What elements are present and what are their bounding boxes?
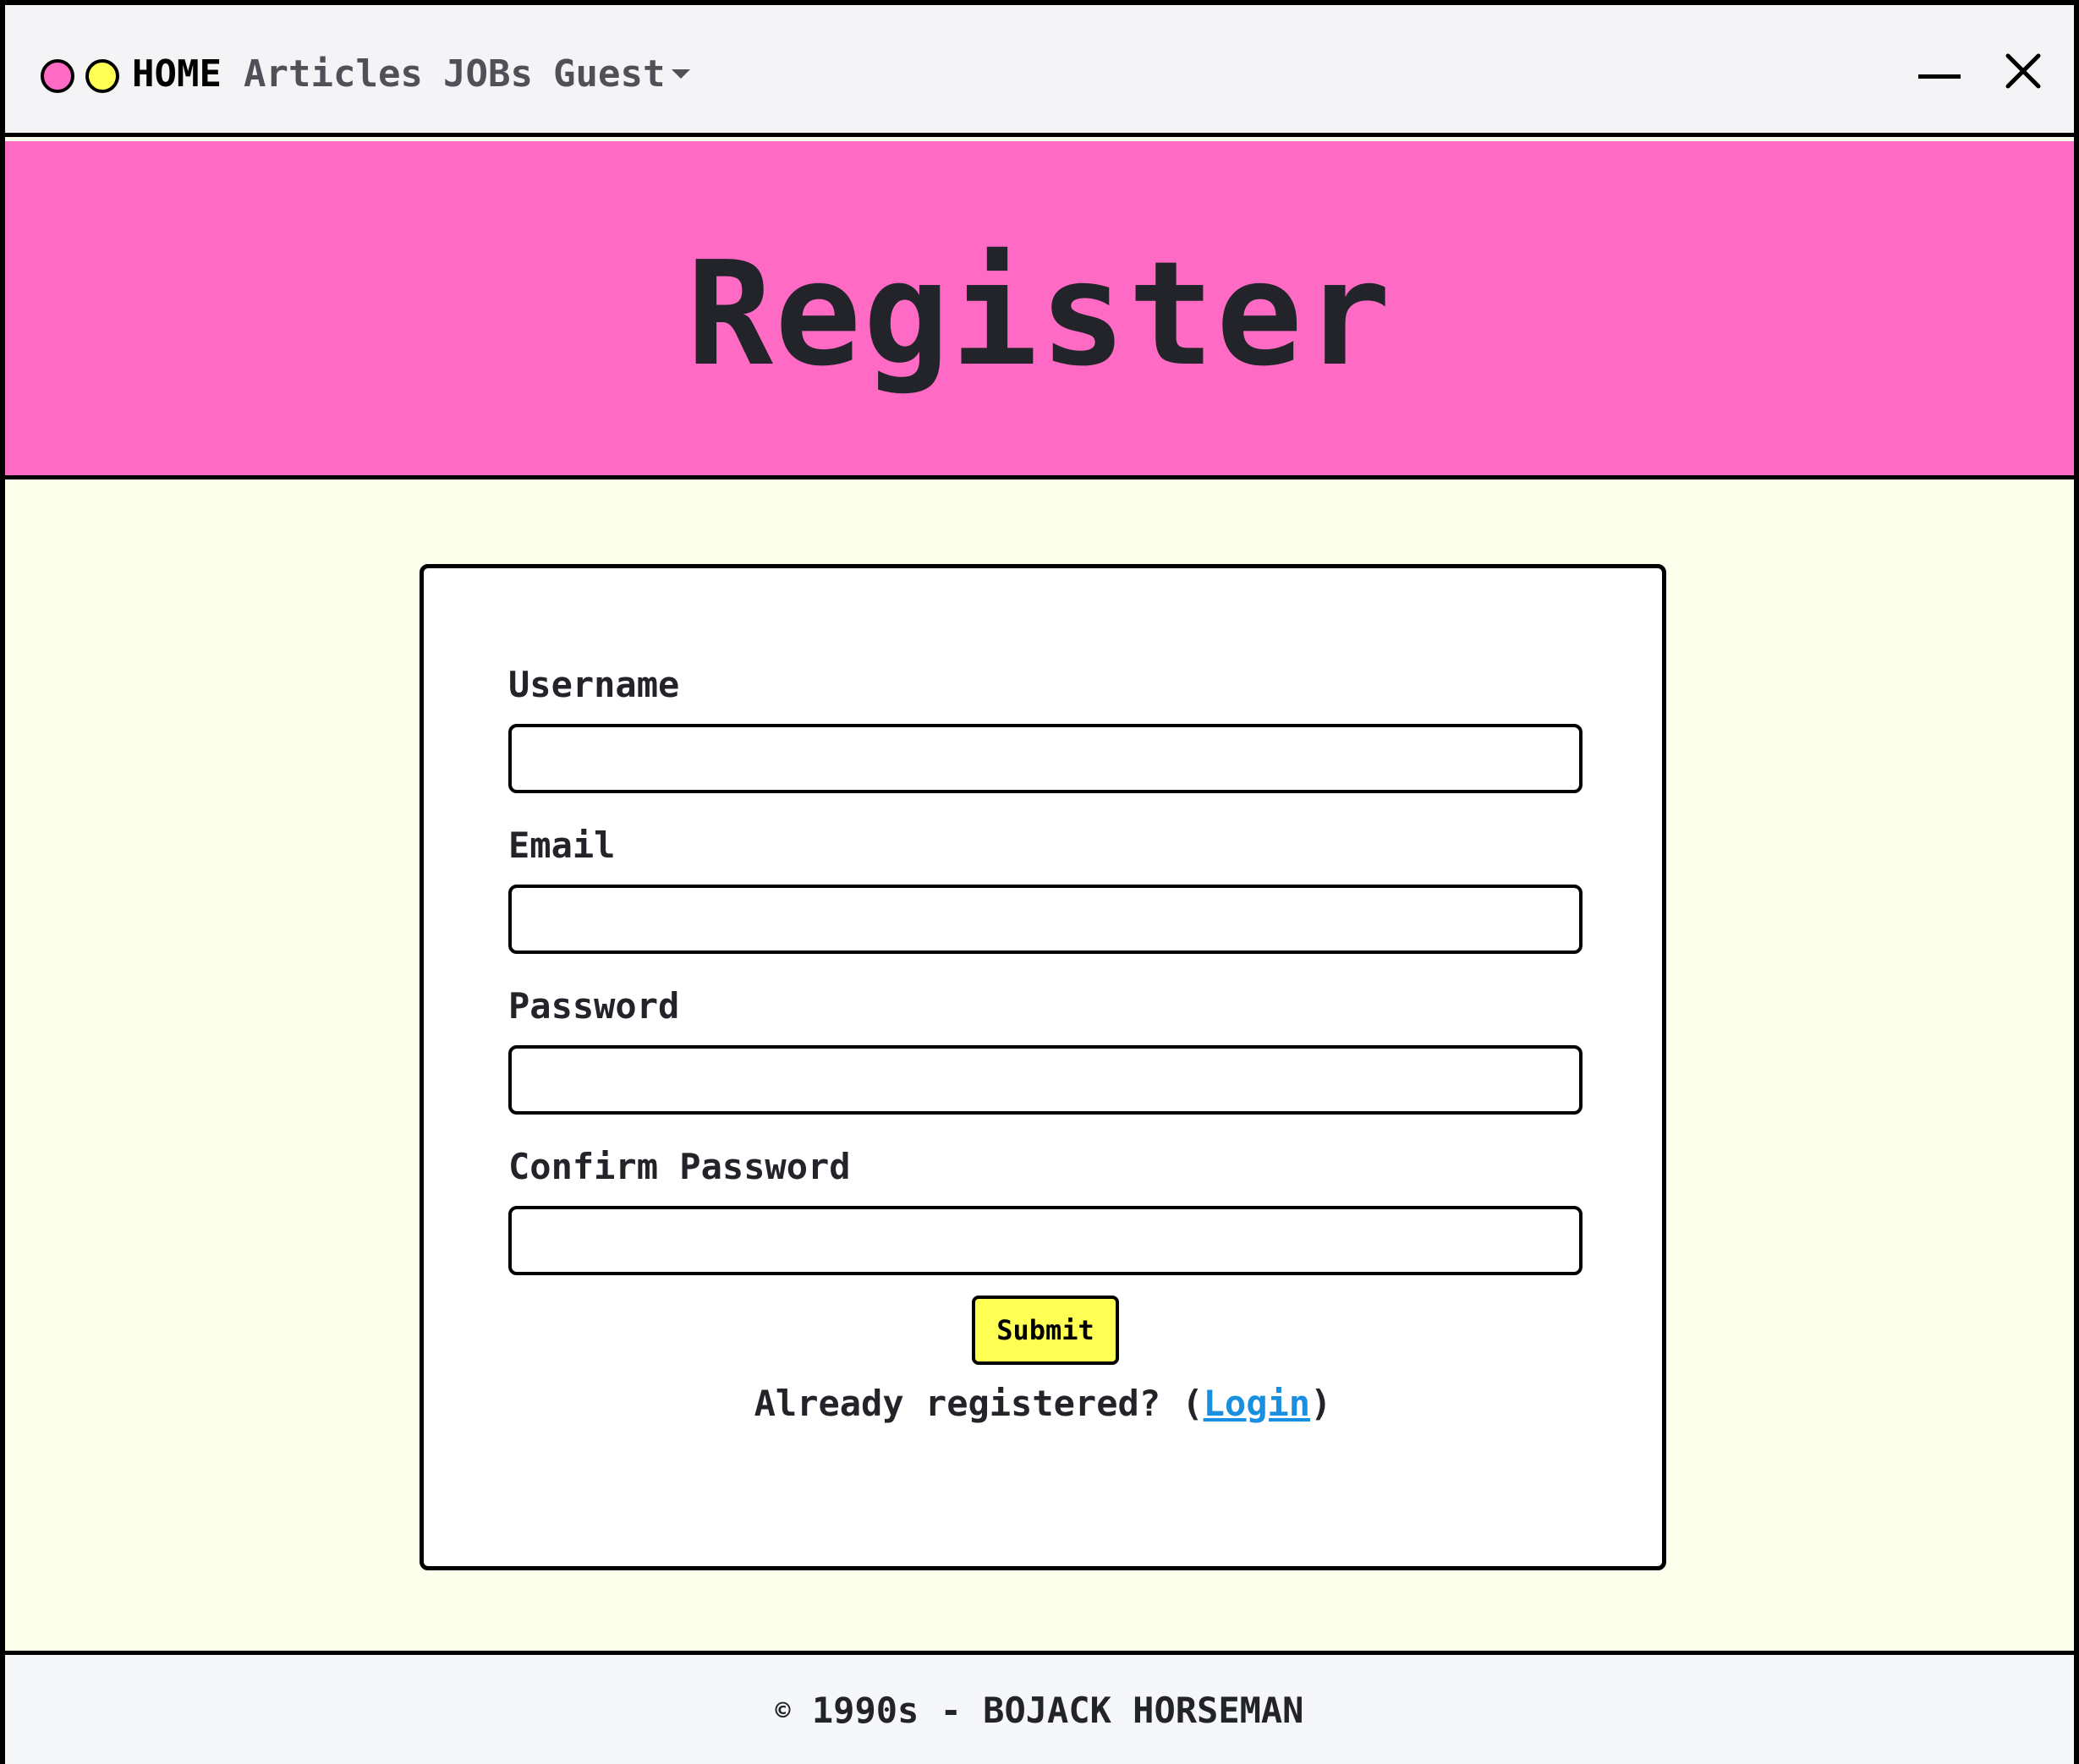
- email-input[interactable]: [508, 885, 1583, 954]
- nav-articles-link[interactable]: Articles: [244, 49, 423, 100]
- password-label: Password: [508, 985, 680, 1027]
- yellow-dot-icon: [85, 59, 119, 93]
- copyright-symbol: ©: [775, 1696, 791, 1726]
- username-input[interactable]: [508, 724, 1583, 793]
- minimize-icon[interactable]: [1918, 56, 1961, 98]
- footer: © 1990s - BOJACK HORSEMAN: [5, 1651, 2074, 1764]
- navbar: HOME Articles JOBs Guest: [5, 5, 2074, 137]
- confirm-password-label: Confirm Password: [508, 1146, 851, 1187]
- nav-jobs-link[interactable]: JOBs: [443, 49, 533, 100]
- caret-down-icon[interactable]: [672, 69, 690, 79]
- password-input[interactable]: [508, 1045, 1583, 1115]
- submit-button[interactable]: Submit: [972, 1296, 1119, 1365]
- app-window: HOME Articles JOBs Guest Register Userna…: [0, 0, 2079, 1764]
- email-label: Email: [508, 824, 616, 866]
- hero-banner: Register: [5, 141, 2074, 479]
- register-form-card: Username Email Password Confirm Password…: [420, 564, 1666, 1570]
- close-icon[interactable]: [2005, 52, 2042, 90]
- footer-text: © 1990s - BOJACK HORSEMAN: [5, 1687, 2074, 1735]
- nav-guest-dropdown[interactable]: Guest: [553, 49, 665, 100]
- confirm-password-input[interactable]: [508, 1206, 1583, 1275]
- nav-home-link[interactable]: HOME: [132, 49, 222, 100]
- username-label: Username: [508, 664, 680, 705]
- pink-dot-icon: [41, 59, 74, 93]
- already-registered-text: Already registered? (: [754, 1383, 1204, 1424]
- footer-copyright: 1990s - BOJACK HORSEMAN: [790, 1690, 1304, 1731]
- login-link[interactable]: Login: [1204, 1383, 1310, 1424]
- login-prompt: Already registered? (Login): [424, 1380, 1662, 1427]
- close-paren-text: ): [1310, 1383, 1332, 1424]
- page-title: Register: [686, 231, 1393, 398]
